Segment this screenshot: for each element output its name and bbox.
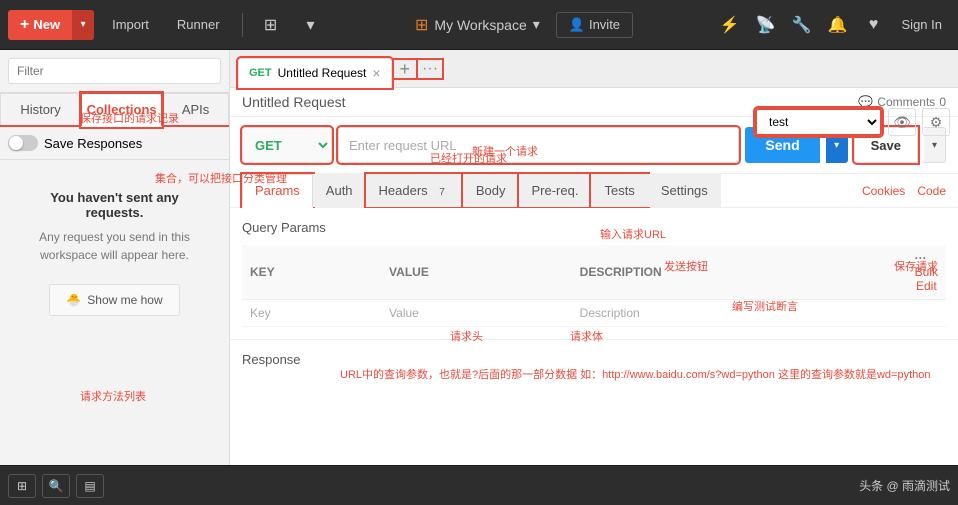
sidebar-tabs: History Collections APIs [0,93,229,127]
tab-apis[interactable]: APIs [162,93,229,125]
search-input[interactable] [8,58,221,84]
request-tab-close-icon[interactable]: × [372,66,380,80]
value-column-header: VALUE [381,245,572,300]
params-table: KEY VALUE DESCRIPTION ··· Bulk Edit Key [242,245,946,327]
show-me-icon: 🐣 [66,293,81,307]
comments-label: Comments [877,95,935,109]
sign-in-button[interactable]: Sign In [894,13,950,36]
toggle-knob [9,136,23,150]
invite-label: Invite [589,17,620,32]
subtab-auth[interactable]: Auth [313,174,366,207]
new-button-dropdown[interactable]: ▾ [72,10,94,40]
headers-badge: 7 [434,186,450,199]
nav-separator-1 [242,13,243,37]
code-button[interactable]: Code [917,184,946,198]
new-button-group[interactable]: New ▾ [8,10,94,40]
bottom-layout-icon[interactable]: ⊞ [8,474,36,498]
nav-right: ⚡ 📡 🔧 🔔 ♥ Sign In [714,9,950,41]
bell-icon[interactable]: 🔔 [822,9,854,41]
save-responses-label: Save Responses [44,136,142,151]
table-row: Key Value Description [242,300,946,327]
new-button[interactable]: New [8,10,72,40]
workspace-icon: ⊞ [415,15,428,35]
subtab-prereq[interactable]: Pre-req. [519,174,592,207]
workspace-button[interactable]: ⊞ My Workspace ▾ [407,11,548,39]
request-tab-title: Untitled Request [278,66,367,80]
url-input[interactable] [338,127,739,163]
response-title: Response [242,352,301,367]
show-me-label: Show me how [87,293,162,307]
request-tab-active[interactable]: GET Untitled Request × [238,58,392,88]
more-column-header: ··· Bulk Edit [907,245,946,300]
workspace-chevron: ▾ [533,16,540,33]
subtab-headers[interactable]: Headers 7 [366,174,463,207]
key-column-header: KEY [242,245,381,300]
description-column-header: DESCRIPTION [572,245,907,300]
nav-center: ⊞ My Workspace ▾ 👤 Invite [335,11,706,39]
request-tab-method: GET [249,67,272,79]
row-more-cell [907,300,946,327]
request-subtabs: Params Auth Headers 7 Body Pre-req. Test… [230,174,958,208]
method-select[interactable]: GET POST PUT DELETE PATCH [242,127,332,163]
env-bar: test No Environment 👁 ⚙ [755,108,950,136]
env-gear-button[interactable]: ⚙ [922,108,950,136]
bottom-console-icon[interactable]: ▤ [76,474,104,498]
bottom-watermark: 头条 @ 雨滴测试 [859,477,950,494]
save-responses-toggle[interactable] [8,135,38,151]
navbar: New ▾ Import Runner ⊞ ▾ ⊞ My Workspace ▾… [0,0,958,50]
env-eye-button[interactable]: 👁 [888,108,916,136]
invite-button[interactable]: 👤 Invite [556,12,633,38]
request-tabs-bar: GET Untitled Request × + ··· [230,50,958,88]
layout-icon[interactable]: ⊞ [255,9,287,41]
tab-collections[interactable]: Collections [81,93,162,127]
environment-select[interactable]: test No Environment [755,108,882,136]
subtab-right: Cookies Code [862,184,946,198]
invite-icon: 👤 [569,17,585,33]
response-area: Response [230,339,958,379]
empty-desc: Any request you send in this workspace w… [20,228,209,264]
subtab-tests[interactable]: Tests [591,174,647,207]
comments-button[interactable]: 💬 Comments 0 [858,95,946,109]
wrench-icon[interactable]: 🔧 [786,9,818,41]
empty-title: You haven't sent any requests. [20,190,209,220]
key-cell: Key [242,300,381,327]
description-cell: Description [572,300,907,327]
import-button[interactable]: Import [102,13,159,36]
subtab-settings[interactable]: Settings [648,174,721,207]
satellite-icon[interactable]: 📡 [750,9,782,41]
sidebar-search-area [0,50,229,93]
bottom-search-icon[interactable]: 🔍 [42,474,70,498]
request-title: Untitled Request [242,94,346,110]
tab-history[interactable]: History [0,93,81,125]
workspace-label: My Workspace [434,17,526,33]
subtab-body[interactable]: Body [463,174,519,207]
heart-icon[interactable]: ♥ [858,9,890,41]
tab-add-button[interactable]: + [394,60,417,78]
value-cell: Value [381,300,572,327]
request-tabs-bar-container: GET Untitled Request × + ··· [230,50,958,88]
comments-icon: 💬 [858,95,873,109]
subtab-params[interactable]: Params [242,174,313,208]
runner-button[interactable]: Runner [167,13,230,36]
cookies-button[interactable]: Cookies [862,184,905,198]
sidebar-options: Save Responses [0,127,229,160]
params-section: Query Params KEY VALUE DESCRIPTION ··· B… [230,208,958,339]
chevron-down-icon[interactable]: ▾ [295,9,327,41]
tab-more-button[interactable]: ··· [418,60,442,78]
comments-count: 0 [939,95,946,109]
bottom-bar: ⊞ 🔍 ▤ 头条 @ 雨滴测试 [0,465,958,505]
flash-icon[interactable]: ⚡ [714,9,746,41]
sidebar: History Collections APIs Save Responses … [0,50,230,465]
show-me-button[interactable]: 🐣 Show me how [49,284,179,316]
bulk-edit-button[interactable]: Bulk Edit [915,265,938,293]
sidebar-empty: You haven't sent any requests. Any reque… [0,160,229,465]
query-params-title: Query Params [242,220,946,235]
